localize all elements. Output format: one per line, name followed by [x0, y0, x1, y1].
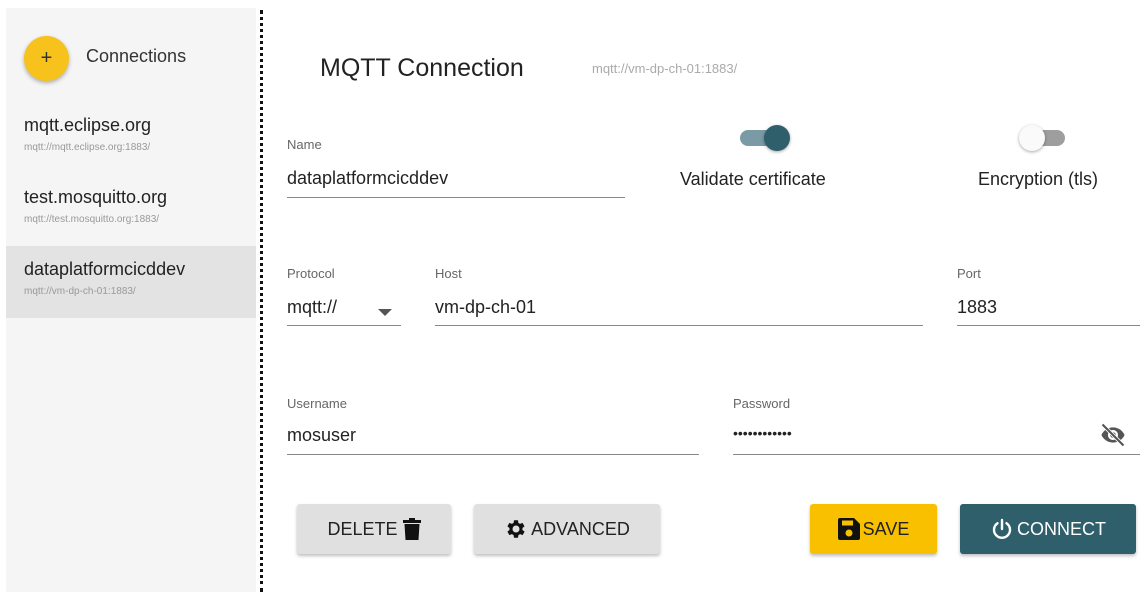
protocol-label: Protocol: [287, 266, 335, 281]
password-label: Password: [733, 396, 791, 411]
encryption-toggle[interactable]: [1019, 124, 1071, 151]
username-input[interactable]: mosuser: [287, 425, 356, 446]
delete-button[interactable]: DELETE: [297, 504, 451, 554]
username-label: Username: [287, 396, 347, 411]
connection-url: mqtt://mqtt.eclipse.org:1883/: [24, 142, 151, 153]
connection-url-display: mqtt://vm-dp-ch-01:1883/: [592, 61, 738, 76]
connection-name: mqtt.eclipse.org: [24, 115, 152, 135]
delete-button-label: DELETE: [327, 518, 398, 539]
connection-url: mqtt://vm-dp-ch-01:1883/: [24, 286, 136, 297]
host-input[interactable]: vm-dp-ch-01: [435, 297, 536, 318]
gear-icon: [504, 517, 528, 541]
validate-certificate-label: Validate certificate: [680, 169, 826, 189]
name-underline: [287, 197, 625, 198]
protocol-underline: [287, 325, 401, 326]
connection-url: mqtt://test.mosquitto.org:1883/: [24, 214, 160, 225]
connection-item-mqtt-eclipse[interactable]: mqtt.eclipse.org mqtt://mqtt.eclipse.org…: [6, 102, 256, 174]
port-input[interactable]: 1883: [957, 297, 997, 318]
name-input[interactable]: dataplatformcicddev: [287, 168, 448, 189]
page-title: MQTT Connection: [320, 54, 524, 82]
advanced-button-label: ADVANCED: [531, 518, 630, 539]
username-underline: [287, 454, 699, 455]
connection-item-test-mosquitto[interactable]: test.mosquitto.org mqtt://test.mosquitto…: [6, 174, 256, 246]
host-label: Host: [435, 266, 462, 281]
connect-button-label: CONNECT: [1017, 518, 1106, 539]
toggle-thumb: [1019, 125, 1045, 151]
password-input[interactable]: ••••••••••••: [733, 425, 792, 441]
chevron-down-icon[interactable]: [378, 304, 392, 322]
toggle-thumb: [764, 125, 790, 151]
name-label: Name: [287, 137, 322, 152]
port-underline: [957, 325, 1140, 326]
password-underline: [733, 454, 1140, 455]
validate-certificate-toggle[interactable]: [738, 124, 790, 151]
add-connection-button[interactable]: +: [24, 36, 69, 81]
connect-button[interactable]: CONNECT: [960, 504, 1136, 554]
port-label: Port: [957, 266, 981, 281]
advanced-button[interactable]: ADVANCED: [474, 504, 660, 554]
host-underline: [435, 325, 923, 326]
power-icon: [990, 517, 1014, 541]
panel-divider[interactable]: [260, 10, 263, 592]
connection-name: dataplatformcicddev: [24, 259, 186, 279]
plus-icon: +: [40, 47, 53, 69]
save-button-label: SAVE: [862, 518, 910, 539]
sidebar-title: Connections: [86, 46, 187, 66]
protocol-select[interactable]: mqtt://: [287, 297, 337, 318]
trash-icon: [402, 518, 421, 540]
save-button[interactable]: SAVE: [810, 504, 937, 554]
floppy-disk-icon: [837, 518, 860, 540]
encryption-label: Encryption (tls): [978, 169, 1099, 189]
visibility-off-icon[interactable]: [1097, 421, 1129, 454]
connection-item-dataplatformcicddev[interactable]: dataplatformcicddev mqtt://vm-dp-ch-01:1…: [6, 246, 256, 318]
connection-name: test.mosquitto.org: [24, 187, 168, 207]
